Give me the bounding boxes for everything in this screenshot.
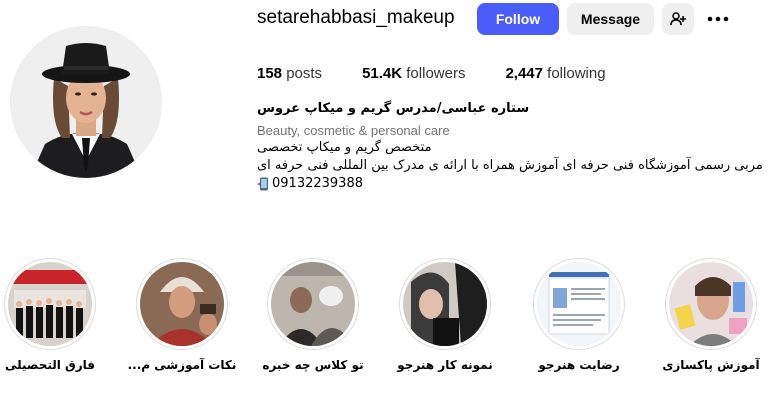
posts-count: 158 (257, 65, 283, 82)
bio-line-1: متخصص گریم و میکاپ تخصصی (257, 140, 432, 155)
highlight-item[interactable]: آموزش پاکسازی (656, 258, 766, 372)
following-count: 2,447 (505, 65, 543, 82)
highlight-item[interactable]: فارق التحصیلی (0, 258, 105, 372)
profile-full-name: ستاره عباسی/مدرس گریم و میکاپ عروس (257, 101, 530, 116)
highlight-ring (267, 258, 359, 350)
bio-phone-number: 09132239388 (272, 176, 363, 191)
posts-label: posts (286, 65, 323, 82)
more-icon (707, 16, 729, 22)
posts-stat: 158 posts (257, 65, 322, 82)
highlight-label: نمونه کار هنرجو (397, 358, 493, 372)
highlight-label: رضایت هنرجو (538, 358, 620, 372)
highlight-label: نکات آموزشی م... (127, 358, 237, 372)
highlight-label: فارق التحصیلی (4, 358, 96, 372)
highlight-cover (669, 262, 753, 346)
avatar-image (10, 26, 162, 178)
profile-category: Beauty, cosmetic & personal care (257, 123, 450, 138)
more-options-button[interactable] (703, 3, 733, 35)
follow-button[interactable]: Follow (477, 3, 559, 35)
profile-stats: 158 posts 51.4K followers 2,447 followin… (257, 65, 646, 82)
highlight-ring (399, 258, 491, 350)
profile-avatar[interactable] (10, 26, 162, 178)
highlight-cover (271, 262, 355, 346)
highlight-label: آموزش پاکسازی (662, 358, 760, 372)
highlight-item[interactable]: نمونه کار هنرجو (390, 258, 500, 372)
profile-username: setarehabbasi_makeup (257, 7, 455, 28)
highlight-ring (136, 258, 228, 350)
highlight-ring (533, 258, 625, 350)
following-stat[interactable]: 2,447 following (505, 65, 605, 82)
highlight-ring (4, 258, 96, 350)
highlight-item[interactable]: رضایت هنرجو (524, 258, 634, 372)
message-button[interactable]: Message (567, 3, 654, 35)
followers-stat[interactable]: 51.4K followers (362, 65, 465, 82)
followers-count: 51.4K (362, 65, 403, 82)
highlight-item[interactable]: نکات آموزشی م... (127, 258, 237, 372)
bio-phone-line: 09132239388 (257, 176, 363, 191)
highlight-cover (8, 262, 92, 346)
suggested-accounts-button[interactable] (662, 3, 694, 35)
add-user-icon (670, 12, 686, 26)
highlight-cover (140, 262, 224, 346)
highlight-cover (537, 262, 621, 346)
bio-line-2: مربی رسمی آموزشگاه فنی حرفه ای آموزش همر… (257, 158, 763, 173)
story-highlights: فارق التحصیلی نکات آموزشی م... تو کلاس چ… (0, 258, 770, 378)
followers-label: followers (406, 65, 466, 82)
highlight-ring (665, 258, 757, 350)
mobile-phone-icon (257, 177, 268, 190)
highlight-item[interactable]: تو کلاس چه خبره (258, 258, 368, 372)
following-label: following (547, 65, 606, 82)
highlight-cover (403, 262, 487, 346)
highlight-label: تو کلاس چه خبره (262, 358, 364, 372)
